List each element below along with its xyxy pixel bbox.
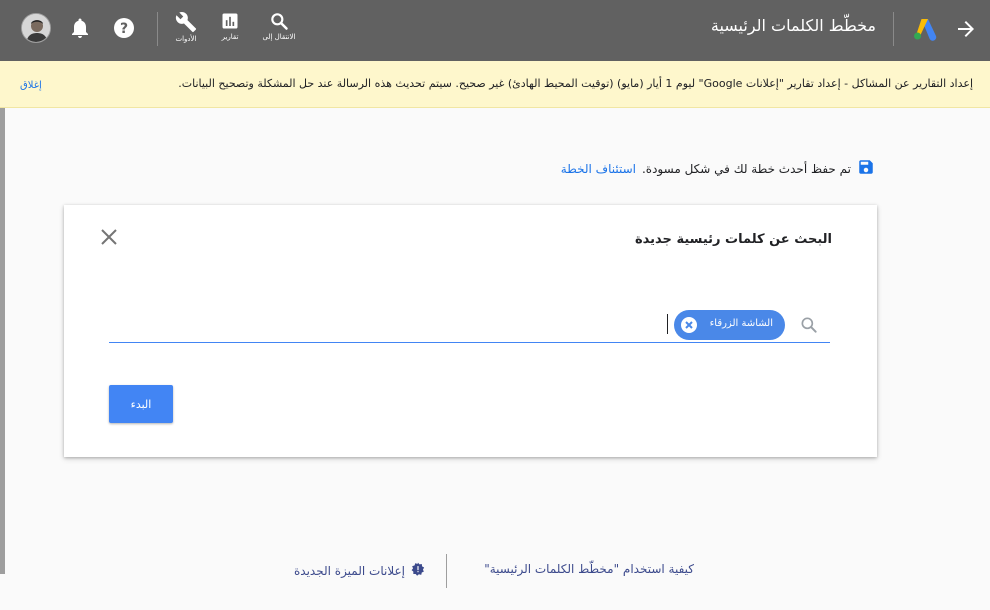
tools-label: الأدوات <box>175 35 197 43</box>
main-content: تم حفظ أحدث خطة لك في شكل مسودة. استئناف… <box>0 108 990 610</box>
top-app-bar: مخطّط الكلمات الرئيسية الانتقال إلى تقار… <box>0 0 990 61</box>
left-edge-bar <box>0 108 5 574</box>
saved-draft-notice: تم حفظ أحدث خطة لك في شكل مسودة. استئناف… <box>561 158 875 179</box>
chip-remove-icon[interactable] <box>681 317 697 333</box>
avatar[interactable] <box>21 13 51 43</box>
close-icon[interactable] <box>99 227 119 247</box>
goto-label: الانتقال إلى <box>262 33 296 41</box>
reports-label: تقارير <box>221 33 239 41</box>
reports-button[interactable]: تقارير <box>206 8 254 52</box>
search-icon <box>271 13 288 30</box>
footer-divider <box>446 554 447 588</box>
new-features-link[interactable]: إعلانات الميزة الجديدة <box>294 562 425 579</box>
keyword-input-caret[interactable] <box>667 314 668 334</box>
new-keywords-card: البحث عن كلمات رئيسية جديدة الشاشة الزرق… <box>64 205 877 457</box>
page-title: مخطّط الكلمات الرئيسية <box>710 16 876 35</box>
bell-icon[interactable] <box>68 16 92 40</box>
announcement-icon <box>411 562 425 579</box>
banner-message: إعداد التقارير عن المشاكل - إعداد تقارير… <box>178 77 973 90</box>
saved-draft-text: تم حفظ أحدث خطة لك في شكل مسودة. <box>641 161 851 176</box>
search-icon <box>799 315 819 335</box>
card-title: البحث عن كلمات رئيسية جديدة <box>634 232 832 247</box>
svg-text:?: ? <box>120 21 128 37</box>
save-icon <box>857 158 875 179</box>
keyword-chip-label: الشاشة الزرقاء <box>709 318 773 329</box>
new-features-text: إعلانات الميزة الجديدة <box>294 563 405 578</box>
start-button[interactable]: البدء <box>109 385 173 423</box>
how-to-use-link[interactable]: كيفية استخدام "مخطّط الكلمات الرئيسية" <box>484 562 694 576</box>
bar-chart-icon <box>222 13 238 29</box>
arrow-forward-icon[interactable] <box>954 17 978 41</box>
header-divider <box>893 12 894 46</box>
keyword-chip[interactable]: الشاشة الزرقاء <box>674 310 785 340</box>
tools-button[interactable]: الأدوات <box>162 8 210 52</box>
issue-banner: إعداد التقارير عن المشاكل - إعداد تقارير… <box>0 61 990 108</box>
how-to-use-text: كيفية استخدام "مخطّط الكلمات الرئيسية" <box>484 562 694 576</box>
resume-plan-link[interactable]: استئناف الخطة <box>561 162 636 176</box>
banner-close-link[interactable]: إغلاق <box>20 80 42 91</box>
google-ads-logo-icon[interactable] <box>912 17 938 41</box>
wrench-icon <box>175 12 197 33</box>
help-icon[interactable]: ? <box>112 16 136 40</box>
header-divider <box>157 12 158 46</box>
keyword-input[interactable] <box>109 342 830 343</box>
goto-button[interactable]: الانتقال إلى <box>255 8 303 52</box>
